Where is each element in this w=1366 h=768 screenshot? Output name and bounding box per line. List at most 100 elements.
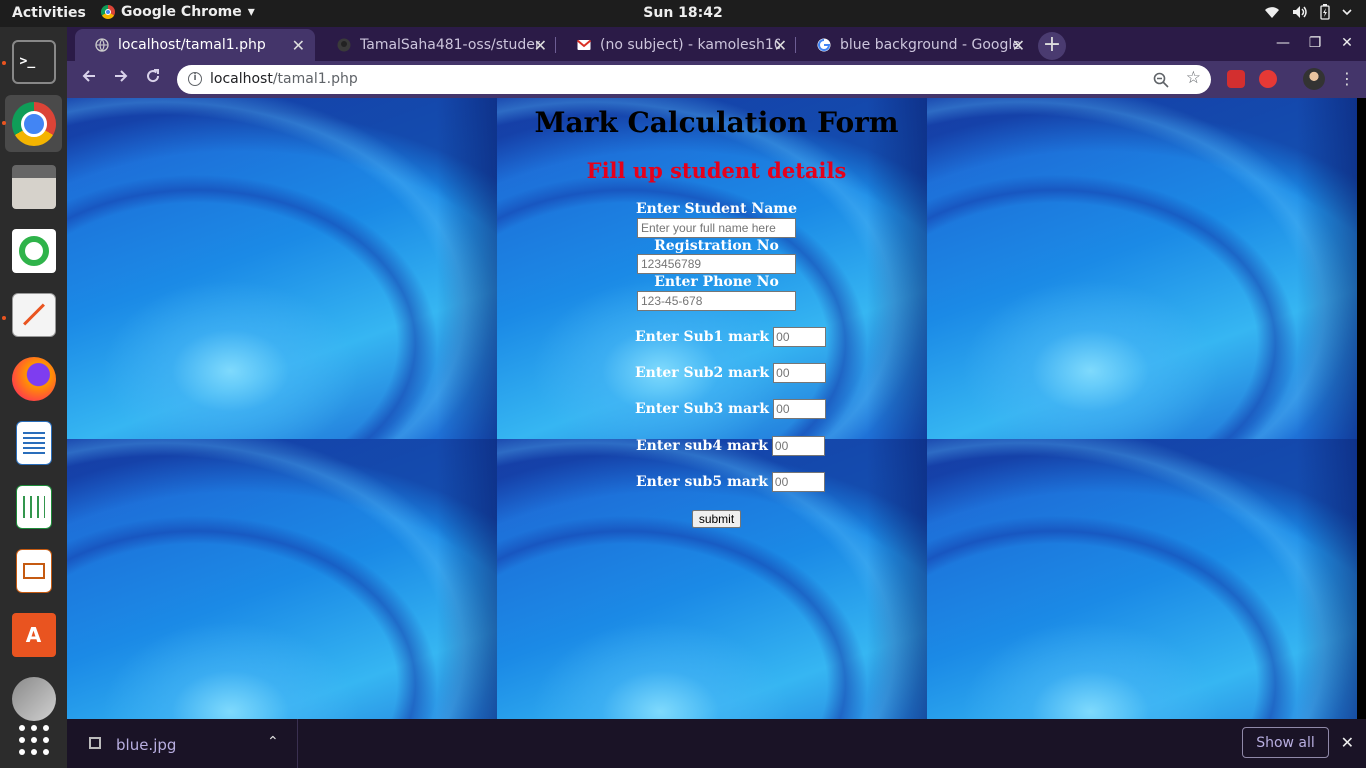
info-icon[interactable]: i xyxy=(188,72,202,86)
terminal-icon: >_ xyxy=(11,39,56,84)
clock[interactable]: Sun 18:42 xyxy=(643,5,722,21)
sub2-mark-input[interactable] xyxy=(773,363,827,383)
address-bar[interactable]: i localhost/tamal1.php ☆ xyxy=(177,65,1211,94)
dock-app-circle[interactable] xyxy=(5,222,62,279)
software-bag-icon: A xyxy=(11,612,56,657)
tab-gmail[interactable]: (no subject) - kamolesh10 ✕ xyxy=(557,29,797,61)
show-applications-button[interactable] xyxy=(5,711,62,768)
arrow-right-icon xyxy=(115,70,128,82)
github-icon xyxy=(337,38,351,52)
download-shelf: blue.jpg ⌃ Show all ✕ xyxy=(67,719,1366,768)
page-title: Mark Calculation Form xyxy=(534,106,899,139)
show-all-button[interactable]: Show all xyxy=(1242,727,1329,758)
window-close-button[interactable]: ✕ xyxy=(1337,35,1357,51)
sub2-mark-label: Enter Sub2 mark xyxy=(635,365,770,381)
sub2-mark-row: Enter Sub2 mark xyxy=(635,363,827,383)
close-icon[interactable]: ✕ xyxy=(1341,733,1354,752)
app-menu[interactable]: Google Chrome ▾ xyxy=(101,4,255,20)
sub4-mark-row: Enter sub4 mark xyxy=(636,436,825,456)
form-subtitle: Fill up student details xyxy=(586,158,847,183)
maximize-button[interactable]: ❐ xyxy=(1305,35,1325,51)
bookmark-star-icon[interactable]: ☆ xyxy=(1186,68,1201,88)
dock-impress[interactable] xyxy=(5,542,62,599)
file-cabinet-icon xyxy=(11,164,56,209)
sub4-mark-input[interactable] xyxy=(771,436,825,456)
sub5-mark-row: Enter sub5 mark xyxy=(636,472,825,492)
submit-button[interactable]: submit xyxy=(692,510,741,528)
sub3-mark-input[interactable] xyxy=(773,399,827,419)
student-name-label: Enter Student Name xyxy=(635,201,798,217)
chevron-down-icon: ▾ xyxy=(247,4,255,20)
tab-title: (no subject) - kamolesh10 xyxy=(600,37,780,53)
close-icon[interactable]: ✕ xyxy=(774,36,787,55)
minimize-button[interactable]: — xyxy=(1273,35,1293,51)
phone-input[interactable] xyxy=(637,291,796,311)
phone-label: Enter Phone No xyxy=(654,274,779,290)
forward-button[interactable] xyxy=(110,68,132,89)
mark-form: Mark Calculation Form Fill up student de… xyxy=(67,98,1366,719)
browser-toolbar: i localhost/tamal1.php ☆ ⋮ xyxy=(67,61,1366,98)
dock-terminal[interactable]: >_ xyxy=(5,33,62,90)
download-item[interactable]: blue.jpg ⌃ xyxy=(67,719,298,768)
sub1-mark-input[interactable] xyxy=(773,327,827,347)
document-icon xyxy=(15,420,52,465)
zoom-icon[interactable] xyxy=(1153,72,1169,88)
activities-button[interactable]: Activities xyxy=(12,5,86,21)
reload-button[interactable] xyxy=(142,68,164,89)
tab-localhost[interactable]: localhost/tamal1.php ✕ xyxy=(75,29,315,61)
sub3-mark-row: Enter Sub3 mark xyxy=(635,399,827,419)
adblock-icon[interactable] xyxy=(1259,70,1277,88)
sub5-mark-input[interactable] xyxy=(771,472,825,492)
sub1-mark-row: Enter Sub1 mark xyxy=(635,327,827,347)
globe-icon xyxy=(95,38,109,52)
system-tray[interactable] xyxy=(1264,4,1352,20)
sub3-mark-label: Enter Sub3 mark xyxy=(635,401,770,417)
dock-text-editor[interactable] xyxy=(5,286,62,343)
url-text[interactable]: localhost/tamal1.php xyxy=(210,71,358,87)
sub4-mark-label: Enter sub4 mark xyxy=(636,438,768,454)
gmail-icon xyxy=(577,39,591,50)
close-icon[interactable]: ✕ xyxy=(534,36,547,55)
text-editor-icon xyxy=(11,292,56,337)
spreadsheet-icon xyxy=(15,484,52,529)
app-menu-label: Google Chrome xyxy=(121,4,242,20)
arrow-left-icon xyxy=(82,70,95,82)
avatar[interactable] xyxy=(1303,68,1325,90)
chevron-down-icon xyxy=(1342,9,1352,16)
reload-icon xyxy=(147,69,160,83)
registration-label: Registration No xyxy=(654,238,779,254)
dock-files[interactable] xyxy=(5,158,62,215)
new-tab-button[interactable]: + xyxy=(1038,32,1066,60)
dock-firefox[interactable] xyxy=(5,350,62,407)
close-icon[interactable]: ✕ xyxy=(292,36,305,55)
page-viewport: Mark Calculation Form Fill up student de… xyxy=(67,98,1366,719)
close-icon[interactable]: ✕ xyxy=(1012,36,1025,55)
registration-input[interactable] xyxy=(637,254,796,274)
image-file-icon xyxy=(89,737,101,749)
volume-icon xyxy=(1293,6,1307,18)
student-name-input[interactable] xyxy=(637,218,796,238)
wifi-icon xyxy=(1265,7,1279,18)
google-icon xyxy=(817,38,831,52)
tab-title: TamalSaha481-oss/studer xyxy=(360,37,540,53)
kebab-menu-icon[interactable]: ⋮ xyxy=(1339,69,1355,88)
chevron-up-icon[interactable]: ⌃ xyxy=(267,734,279,750)
dock: >_ A xyxy=(0,27,67,768)
circle-app-icon xyxy=(11,228,56,273)
back-button[interactable] xyxy=(78,68,100,89)
dock-writer[interactable] xyxy=(5,414,62,471)
extension-icon[interactable] xyxy=(1227,70,1245,88)
app-grid-icon xyxy=(18,724,49,755)
firefox-icon xyxy=(11,356,56,401)
presentation-icon xyxy=(15,548,52,593)
dock-chrome[interactable] xyxy=(5,95,62,152)
tab-google-search[interactable]: blue background - Google ✕ xyxy=(797,29,1035,61)
chrome-icon xyxy=(101,5,115,19)
tab-strip: localhost/tamal1.php ✕ TamalSaha481-oss/… xyxy=(67,27,1366,61)
tab-title: blue background - Google xyxy=(840,37,1020,53)
download-file-name: blue.jpg xyxy=(116,736,177,754)
dock-calc[interactable] xyxy=(5,478,62,535)
sub1-mark-label: Enter Sub1 mark xyxy=(635,329,770,345)
dock-software[interactable]: A xyxy=(5,606,62,663)
tab-github[interactable]: TamalSaha481-oss/studer ✕ xyxy=(317,29,557,61)
